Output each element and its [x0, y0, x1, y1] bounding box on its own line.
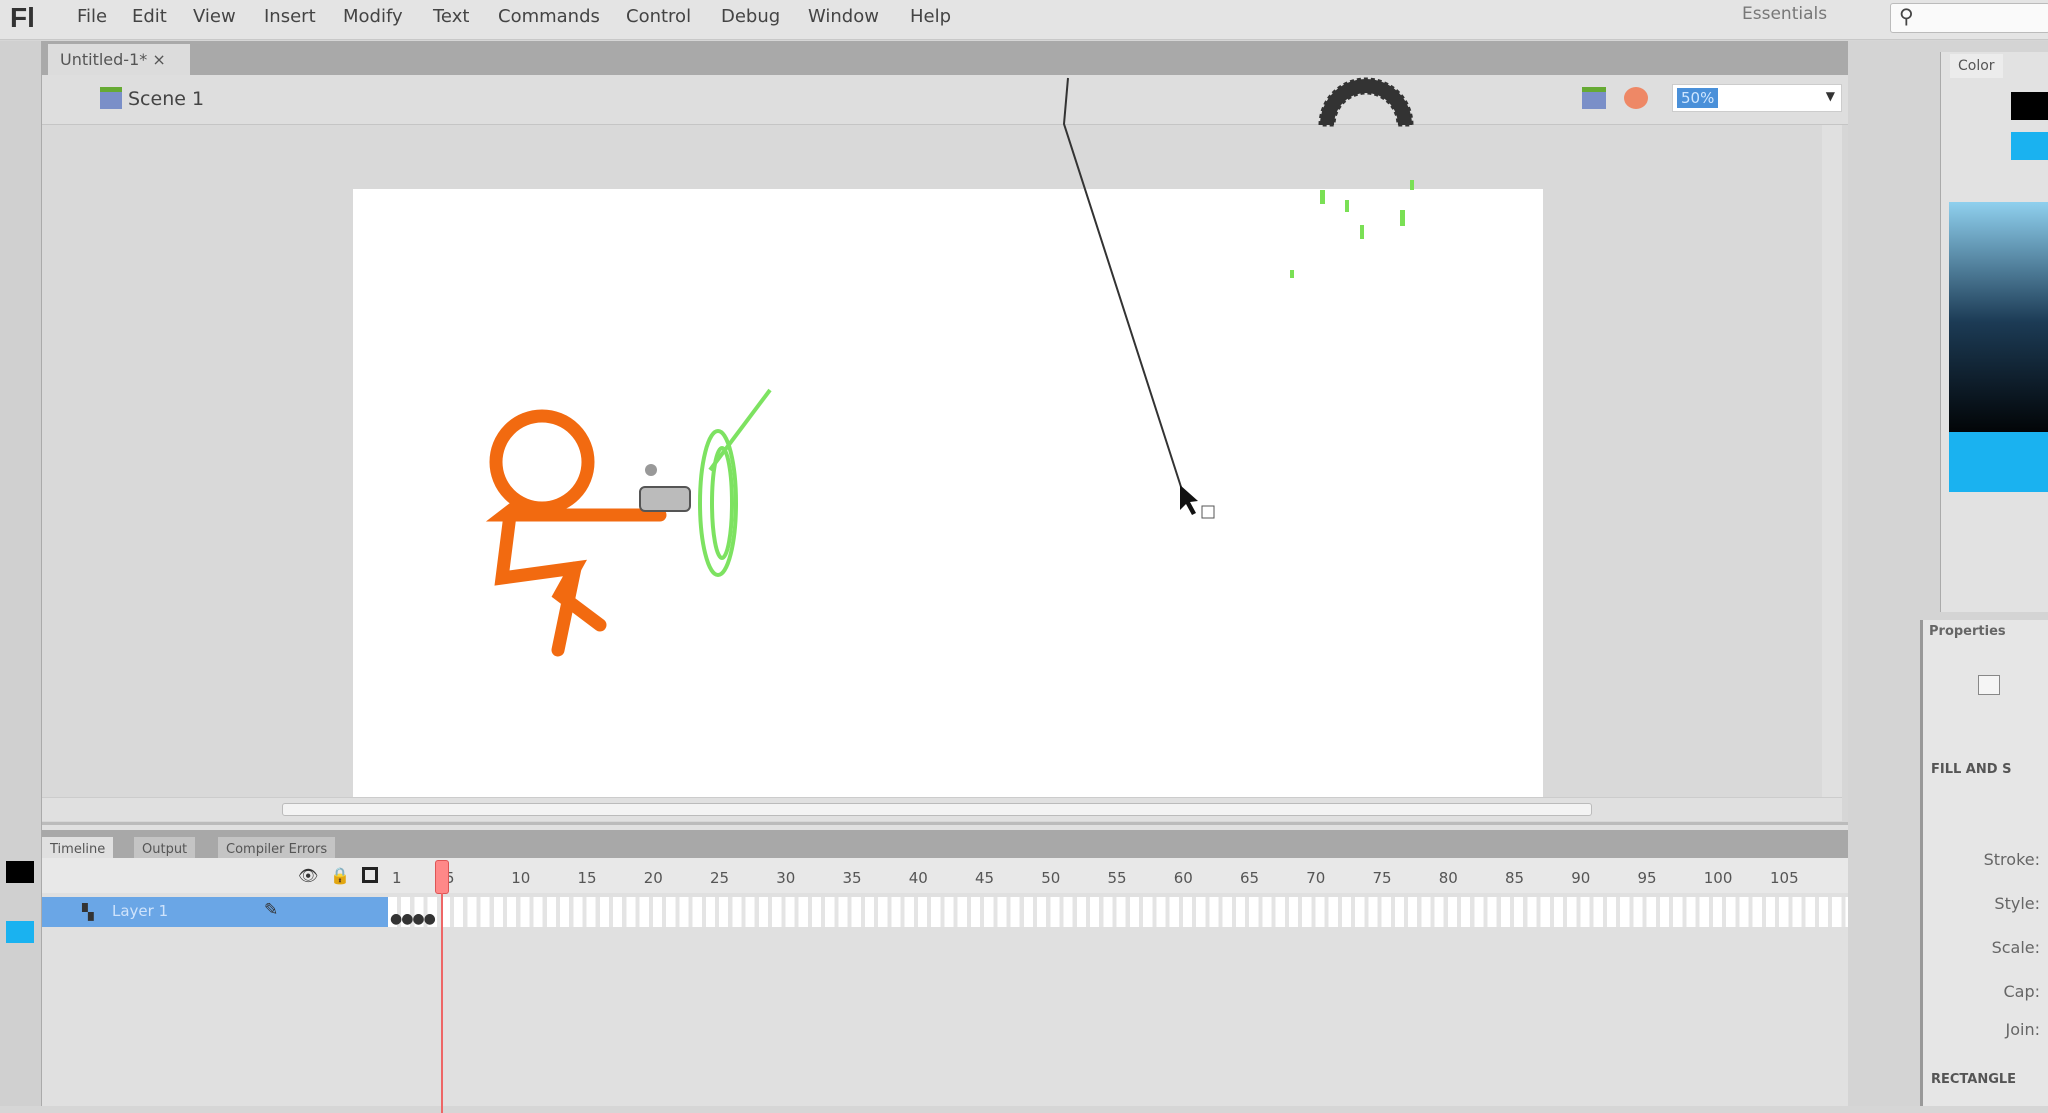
- playhead[interactable]: [435, 860, 449, 894]
- join-label: Join:: [2005, 1020, 2040, 1039]
- frame-number: 20: [643, 869, 663, 887]
- frame-number: 35: [842, 869, 862, 887]
- scale-label: Scale:: [1991, 938, 2040, 957]
- properties-panel: Properties FILL AND S Stroke: Style: Sca…: [1920, 620, 2048, 1106]
- frame-number: 10: [511, 869, 531, 887]
- frame-number: 85: [1505, 869, 1525, 887]
- frame-number: 80: [1438, 869, 1458, 887]
- drawn-line: [1062, 77, 1183, 491]
- green-blast: [698, 388, 772, 577]
- frame-number: 30: [776, 869, 796, 887]
- cursor-box: [1201, 505, 1215, 519]
- rectangle-section[interactable]: RECTANGLE: [1931, 1072, 2016, 1087]
- frame-number: 15: [577, 869, 597, 887]
- stick-figure: [485, 409, 667, 657]
- green-particles: [1290, 180, 1414, 278]
- frame-number: 60: [1173, 869, 1193, 887]
- style-label: Style:: [1994, 894, 2040, 913]
- lock-icon[interactable]: 🔒: [330, 866, 350, 885]
- layer-name[interactable]: Layer 1: [112, 902, 168, 920]
- frame-number: 25: [710, 869, 730, 887]
- fill-stroke-section[interactable]: FILL AND S: [1931, 762, 2011, 777]
- frame-number: 100: [1703, 869, 1733, 887]
- sun-shape: [1318, 77, 1414, 127]
- pencil-icon: ✎: [264, 900, 279, 920]
- laser-gun: [639, 464, 691, 512]
- tab-properties[interactable]: Properties: [1929, 624, 2006, 639]
- keyframes[interactable]: ●●●●: [390, 911, 436, 927]
- rectangle-tool-icon: [1978, 675, 2000, 695]
- stroke-label: Stroke:: [1983, 850, 2040, 869]
- timeline-panel: Timeline Output Compiler Errors 👁 🔒 1 5 10…: [42, 822, 1868, 1113]
- frame-number: 50: [1041, 869, 1061, 887]
- color-panel: [1940, 52, 2048, 612]
- color-preview: [1949, 432, 2048, 492]
- layer-icon: ▚: [82, 903, 94, 921]
- stroke-swatch[interactable]: [2011, 92, 2048, 120]
- frame-number: 95: [1637, 869, 1657, 887]
- frame-number: 105: [1770, 869, 1799, 887]
- eye-icon[interactable]: 👁: [298, 866, 318, 885]
- timeline-tabbar: Timeline Output Compiler Errors: [42, 830, 1848, 863]
- layer-row[interactable]: ▚ Layer 1 ✎: [42, 897, 388, 927]
- frame-number: 65: [1240, 869, 1260, 887]
- fill-swatch[interactable]: [2011, 132, 2048, 160]
- color-picker[interactable]: [1949, 202, 2048, 442]
- arrow-cursor-icon: [1180, 485, 1198, 515]
- frame-number: 55: [1107, 869, 1127, 887]
- frame-number: 40: [908, 869, 928, 887]
- frame-number: 70: [1306, 869, 1326, 887]
- outline-icon[interactable]: [362, 867, 378, 883]
- tab-color[interactable]: Color: [1950, 54, 2003, 78]
- cap-label: Cap:: [2003, 982, 2040, 1001]
- frame-number: 1: [392, 869, 402, 887]
- frame-cells[interactable]: ●●●●: [388, 897, 1868, 927]
- frame-number: 45: [975, 869, 995, 887]
- frame-number: 90: [1571, 869, 1591, 887]
- playhead-line: [441, 893, 443, 1113]
- frame-number: 75: [1372, 869, 1392, 887]
